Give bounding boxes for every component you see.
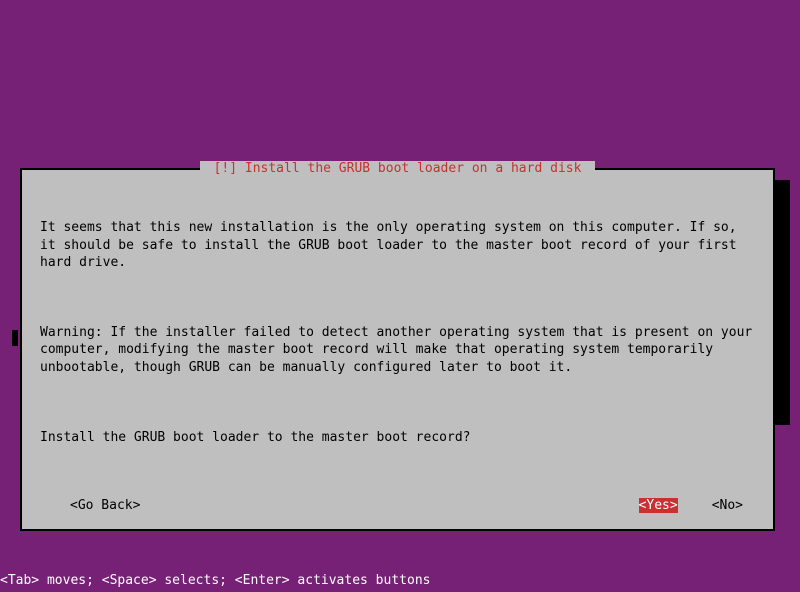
- no-button[interactable]: <No>: [712, 498, 743, 513]
- keyboard-hint: <Tab> moves; <Space> selects; <Enter> ac…: [0, 573, 430, 588]
- dialog-question: Install the GRUB boot loader to the mast…: [40, 429, 755, 447]
- go-back-button[interactable]: <Go Back>: [70, 498, 140, 513]
- dialog-title: [!] Install the GRUB boot loader on a ha…: [200, 161, 596, 176]
- dialog-paragraph-1: It seems that this new installation is t…: [40, 219, 755, 272]
- yes-button[interactable]: <Yes>: [639, 498, 678, 513]
- background-artifact: [12, 330, 18, 346]
- grub-install-dialog: [!] Install the GRUB boot loader on a ha…: [20, 168, 775, 531]
- button-row: <Go Back> <Yes> <No>: [40, 498, 755, 513]
- dialog-paragraph-2: Warning: If the installer failed to dete…: [40, 324, 755, 377]
